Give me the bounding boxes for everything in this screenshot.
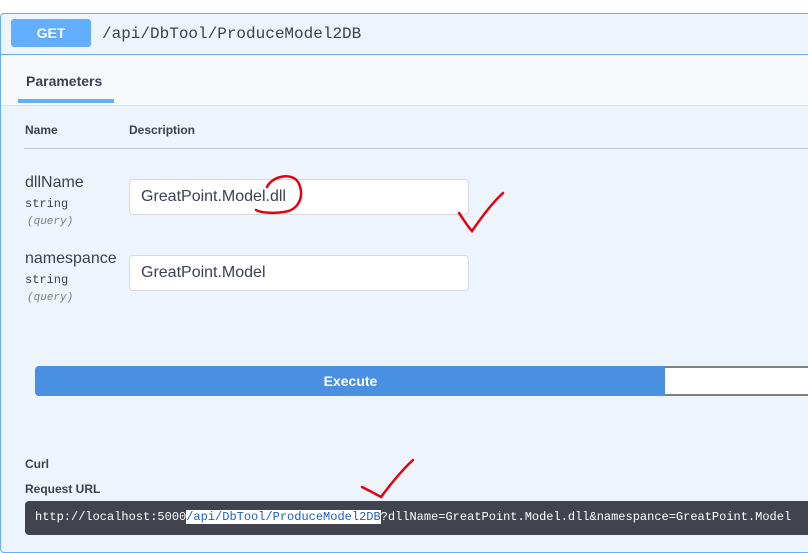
- request-url-host: http://localhost:5000: [35, 510, 187, 524]
- column-header-name: Name: [25, 123, 58, 137]
- param-type-namespance: string: [25, 273, 69, 287]
- param-name-dllname: dllName: [25, 174, 84, 191]
- request-url-box[interactable]: http://localhost:5000/api/DbTool/Produce…: [25, 501, 808, 535]
- endpoint-path: /api/DbTool/ProduceModel2DB: [102, 25, 362, 43]
- table-header-divider: [24, 148, 808, 149]
- active-tab-indicator: [18, 99, 114, 103]
- param-name-namespance: namespance: [25, 250, 117, 267]
- request-url-path-selected: /api/DbTool/ProduceModel2DB: [186, 510, 381, 524]
- request-url-label: Request URL: [25, 482, 101, 496]
- request-url-query: ?dllName=GreatPoint.Model.dll&namespance…: [380, 510, 792, 524]
- operation-summary[interactable]: GET /api/DbTool/ProduceModel2DB: [1, 14, 808, 55]
- clear-button[interactable]: [665, 366, 808, 396]
- param-in-namespance: (query): [27, 292, 74, 304]
- parameters-section-header: Parameters: [1, 55, 808, 106]
- dllname-input[interactable]: [129, 179, 469, 215]
- param-type-dllname: string: [25, 197, 69, 211]
- execute-button[interactable]: Execute: [35, 366, 666, 396]
- tab-parameters[interactable]: Parameters: [26, 73, 102, 89]
- param-in-dllname: (query): [27, 216, 74, 228]
- namespance-input[interactable]: [129, 255, 469, 291]
- curl-label: Curl: [25, 457, 49, 471]
- http-method-badge: GET: [11, 19, 91, 47]
- column-header-description: Description: [129, 123, 196, 137]
